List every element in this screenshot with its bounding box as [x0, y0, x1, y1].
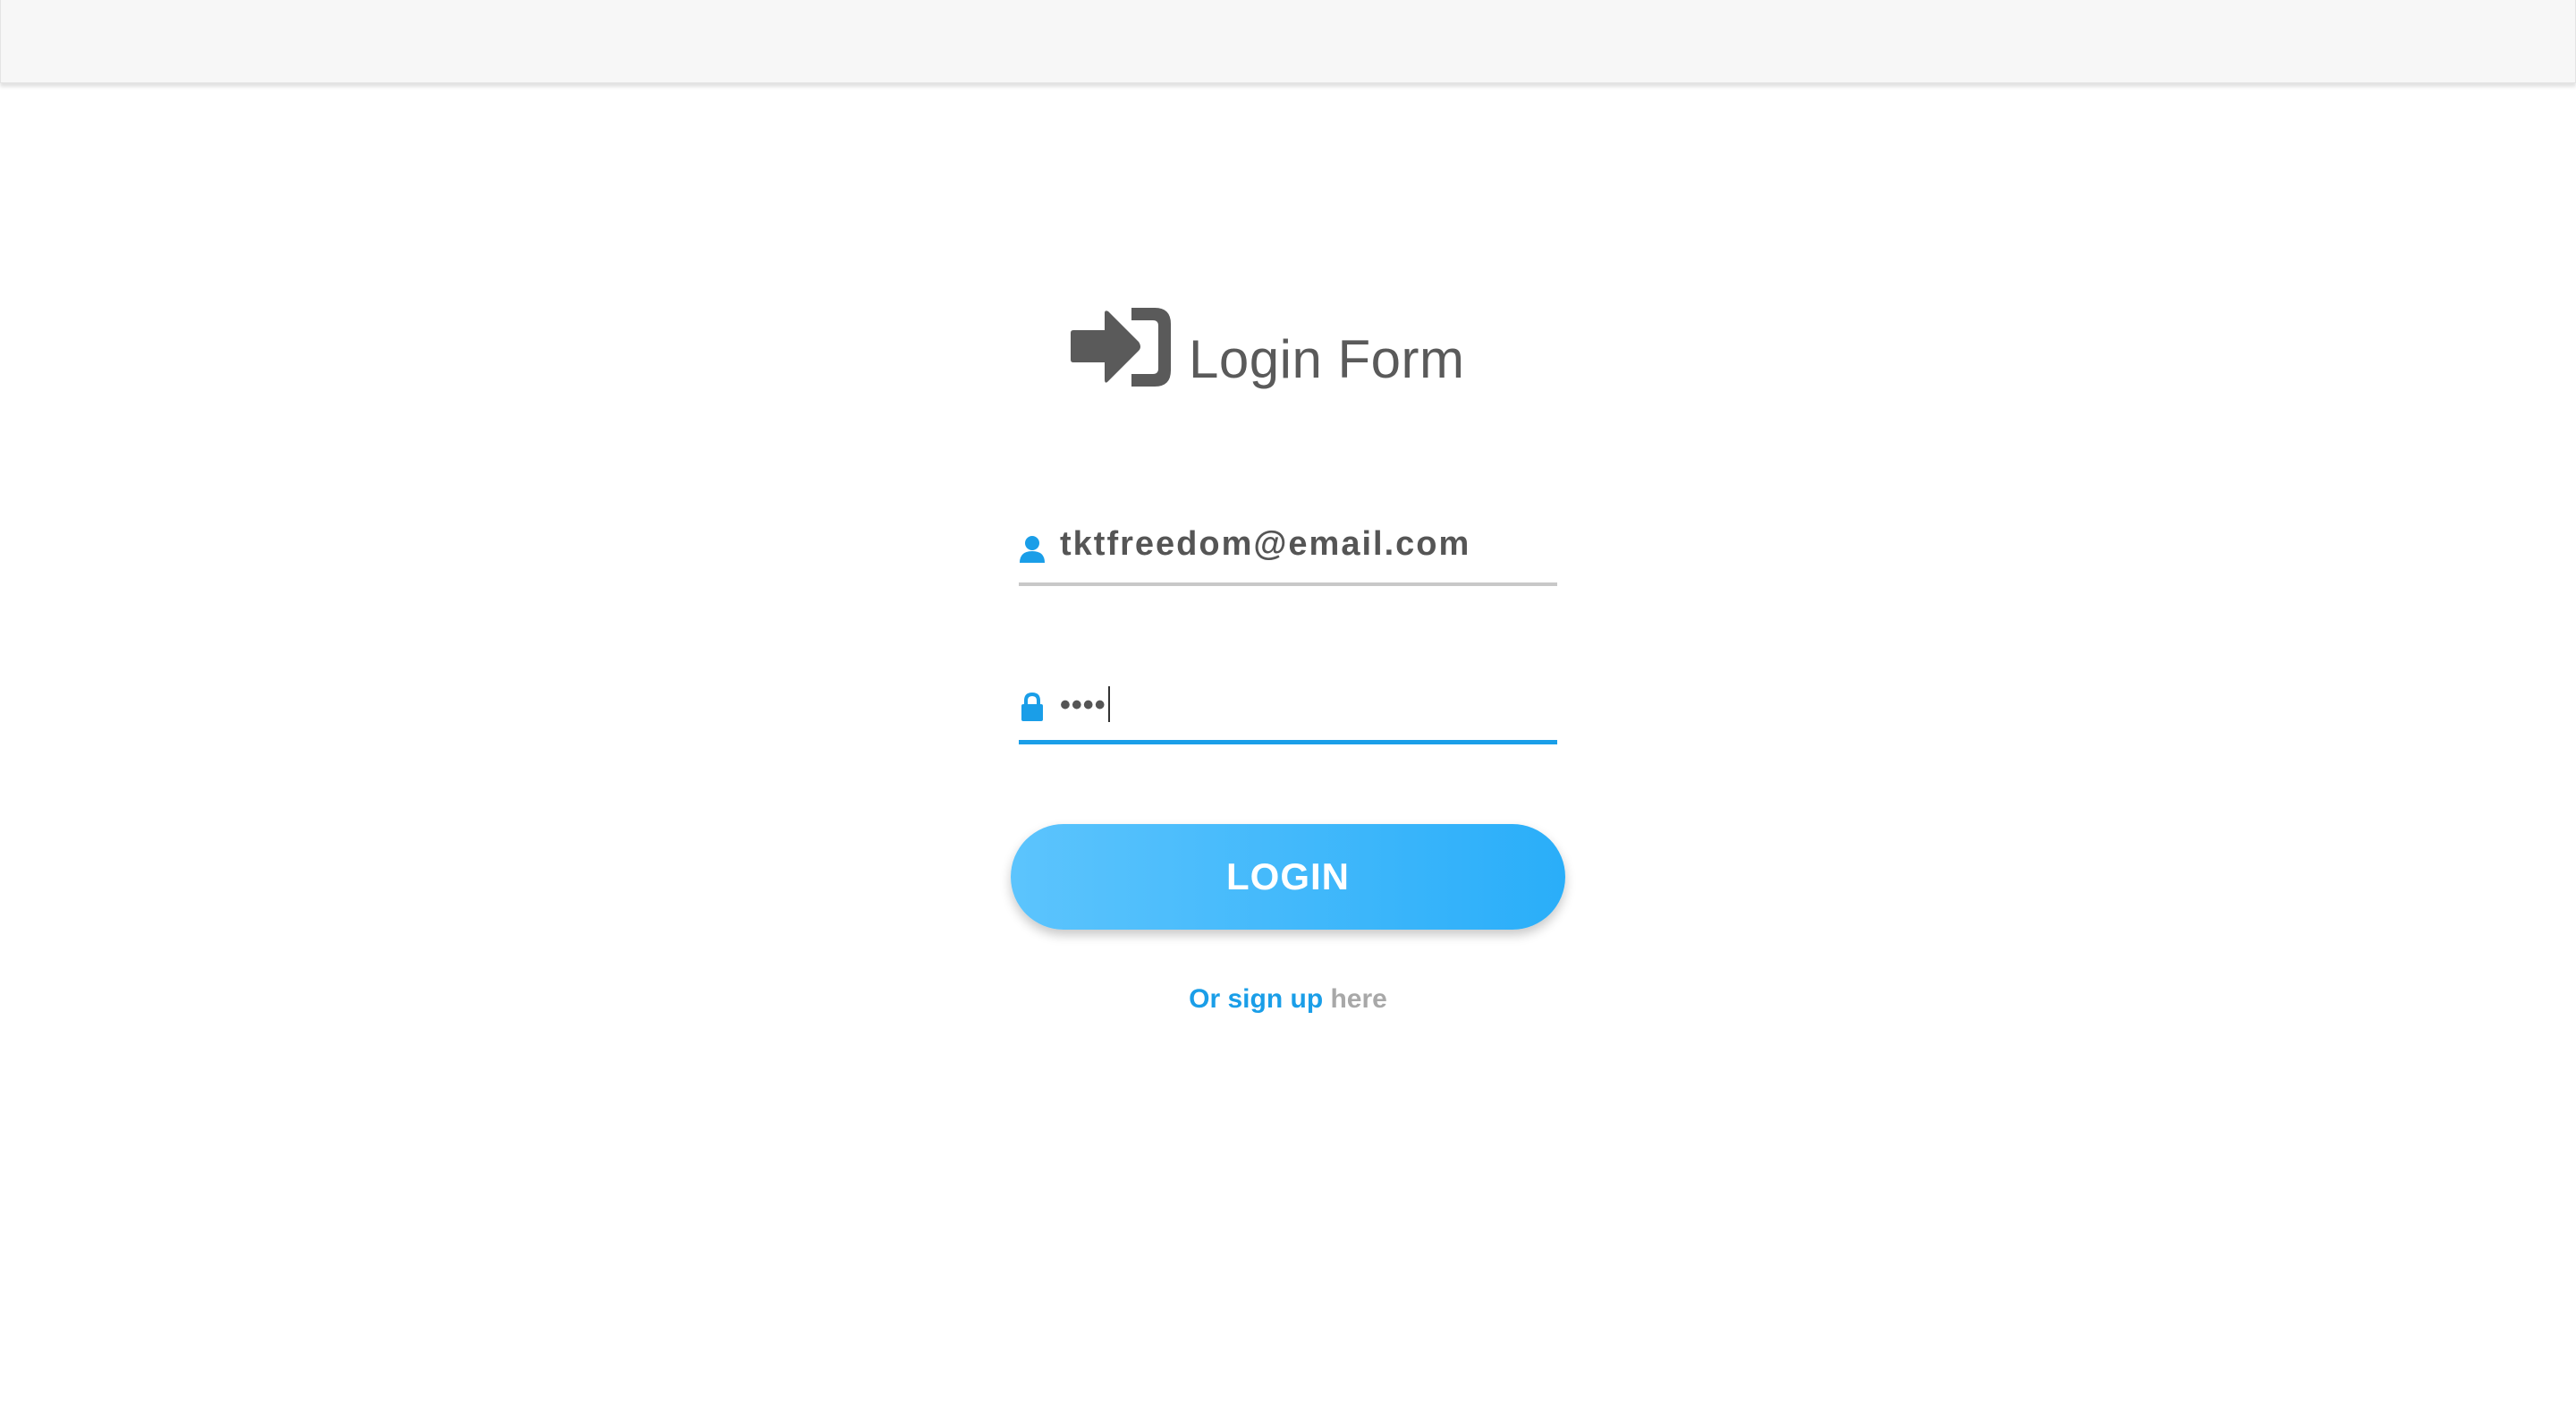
top-bar — [0, 0, 2576, 83]
password-field[interactable]: •••• — [1019, 674, 1557, 744]
user-icon — [1020, 536, 1045, 563]
email-field[interactable]: tktfreedom@email.com — [1019, 516, 1557, 586]
lock-icon — [1021, 692, 1043, 721]
text-cursor — [1107, 686, 1110, 722]
signup-link[interactable]: Or sign up — [1189, 984, 1323, 1014]
email-value[interactable]: tktfreedom@email.com — [1060, 525, 1470, 564]
signup-prompt: Or sign up here — [0, 984, 2576, 1015]
login-button[interactable]: LOGIN — [1011, 824, 1565, 930]
password-value[interactable]: •••• — [1060, 686, 1110, 723]
form-header: Login Form — [1069, 302, 1464, 392]
page-title: Login Form — [1189, 328, 1465, 389]
sign-in-icon — [1071, 308, 1171, 387]
signup-suffix: here — [1330, 984, 1387, 1014]
